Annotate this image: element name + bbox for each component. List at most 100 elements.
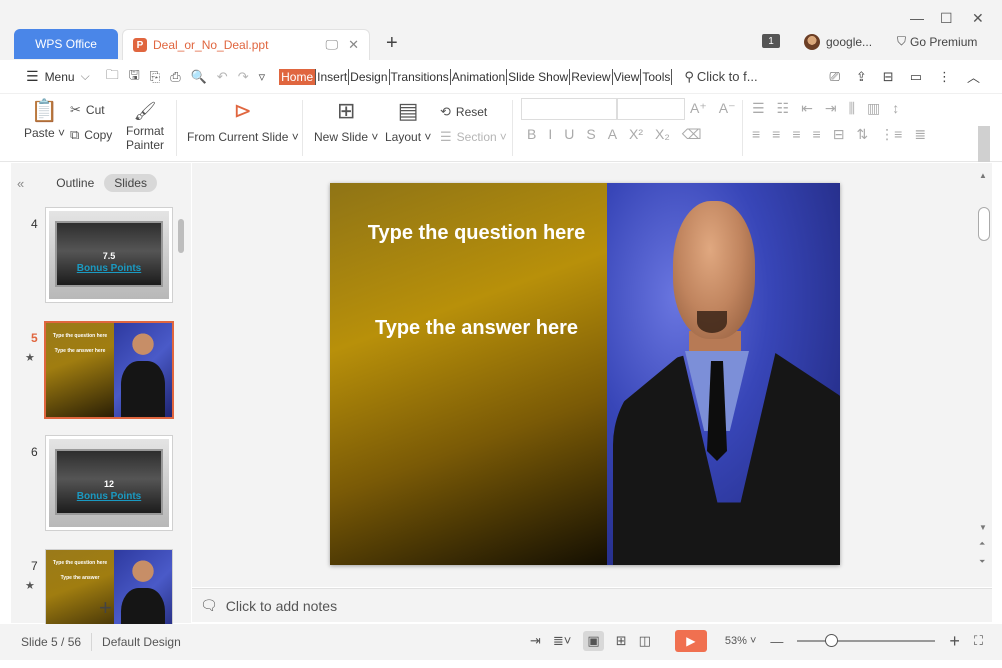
collapse-panel-icon[interactable]: « bbox=[17, 176, 24, 191]
window-count-badge[interactable]: 1 bbox=[762, 34, 780, 48]
undo-icon[interactable]: ↶ bbox=[217, 69, 228, 85]
increase-indent-icon[interactable]: ⇥ bbox=[825, 100, 837, 117]
from-current-slide-button[interactable]: ⊳ From Current Slide ˅ bbox=[187, 98, 299, 144]
zoom-in-icon[interactable]: + bbox=[949, 631, 960, 652]
copy-button[interactable]: ⧉ Copy bbox=[70, 127, 112, 143]
bold-button[interactable]: B bbox=[527, 126, 536, 143]
italic-button[interactable]: I bbox=[548, 126, 552, 143]
text-direction-icon[interactable]: ⫼ bbox=[849, 100, 855, 117]
decrease-indent-icon[interactable]: ⇤ bbox=[801, 100, 813, 117]
numbering-icon[interactable]: ☷ bbox=[777, 100, 790, 117]
ribbon-scroll[interactable] bbox=[978, 126, 990, 162]
align-text-icon[interactable]: ▥ bbox=[867, 100, 880, 117]
scroll-down-icon[interactable]: ▼ bbox=[979, 523, 987, 532]
increase-font-icon[interactable]: A⁺ bbox=[690, 100, 707, 117]
play-slideshow-button[interactable]: ▶ bbox=[674, 630, 707, 652]
underline-button[interactable]: U bbox=[564, 126, 574, 143]
alignment-dropdown-icon[interactable]: ≣˅ bbox=[553, 633, 571, 649]
columns-icon[interactable]: ⋮≡ bbox=[880, 126, 902, 143]
fit-window-icon[interactable]: ⛶ bbox=[974, 633, 983, 649]
panel-scrollbar-thumb[interactable] bbox=[178, 219, 184, 253]
collapse-ribbon-icon[interactable]: ︿ bbox=[967, 67, 980, 86]
slide-photo[interactable] bbox=[607, 183, 840, 565]
close-window-button[interactable]: ✕ bbox=[972, 10, 984, 27]
comment-icon[interactable]: ▭ bbox=[910, 69, 922, 85]
zoom-level[interactable]: 53% ˅ bbox=[725, 635, 757, 647]
format-painter-button[interactable]: 🖌 Format Painter bbox=[126, 98, 164, 152]
tab-animation[interactable]: Animation bbox=[451, 68, 508, 85]
user-account[interactable]: google... bbox=[804, 34, 872, 50]
scroll-up-icon[interactable]: ▲ bbox=[979, 171, 987, 180]
slide-thumbnail[interactable]: 7.5 Bonus Points bbox=[45, 207, 173, 303]
tab-slide-show[interactable]: Slide Show bbox=[507, 68, 571, 85]
align-center-icon[interactable]: ≡ bbox=[772, 126, 780, 143]
tab-view[interactable]: View bbox=[613, 68, 642, 85]
print-preview-icon[interactable]: 🔍 bbox=[191, 69, 207, 85]
screen-record-icon[interactable]: ⎚ bbox=[829, 69, 839, 85]
clear-format-icon[interactable]: ⌫ bbox=[682, 126, 702, 143]
tab-close-icon[interactable]: ✕ bbox=[348, 37, 359, 53]
print-icon[interactable]: ⎙ bbox=[170, 69, 180, 85]
font-color-button[interactable]: A bbox=[608, 126, 617, 143]
zoom-out-icon[interactable]: — bbox=[770, 634, 783, 649]
tab-insert[interactable]: Insert bbox=[316, 68, 350, 85]
monitor-icon[interactable]: 🖵 bbox=[326, 37, 339, 53]
section-button[interactable]: ☰ Section ˅ bbox=[440, 129, 507, 145]
answer-textbox[interactable]: Type the answer here bbox=[350, 316, 603, 340]
slide-notes-toggle-icon[interactable]: ⇥ bbox=[530, 633, 541, 649]
paste-button[interactable]: 📋 Paste ˅ bbox=[24, 98, 65, 140]
tab-transitions[interactable]: Transitions bbox=[390, 68, 451, 85]
maximize-button[interactable]: ☐ bbox=[940, 10, 953, 27]
justify-icon[interactable]: ≡ bbox=[813, 126, 821, 143]
canvas-scrollbar-thumb[interactable] bbox=[978, 207, 990, 241]
document-tools-icon[interactable]: ⊟ bbox=[883, 69, 894, 85]
next-slide-icon[interactable]: ⏷ bbox=[979, 557, 985, 567]
tab-review[interactable]: Review bbox=[570, 68, 613, 85]
open-folder-icon[interactable]: 🗀 bbox=[106, 66, 119, 88]
zoom-slider[interactable] bbox=[797, 634, 936, 647]
font-size-dropdown[interactable] bbox=[617, 98, 685, 120]
customize-dropdown-icon[interactable]: ▿ bbox=[259, 69, 266, 85]
tab-slides[interactable]: Slides bbox=[104, 174, 157, 192]
tab-design[interactable]: Design bbox=[349, 68, 390, 85]
normal-view-icon[interactable]: ▣ bbox=[583, 631, 604, 651]
tab-tools[interactable]: Tools bbox=[641, 68, 673, 85]
reset-button[interactable]: ⟲ Reset bbox=[440, 104, 487, 120]
slide-sorter-icon[interactable]: ⊞ bbox=[616, 633, 627, 649]
line-spacing-options-icon[interactable]: ≣ bbox=[914, 126, 926, 143]
decrease-font-icon[interactable]: A⁻ bbox=[719, 100, 736, 117]
bullets-icon[interactable]: ☰ bbox=[752, 100, 765, 117]
add-slide-button[interactable]: + bbox=[99, 595, 112, 621]
tab-document[interactable]: P Deal_or_No_Deal.ppt 🖵 ✕ bbox=[122, 29, 370, 60]
main-menu-button[interactable]: ☰ Menu ⌵ bbox=[26, 68, 90, 85]
superscript-button[interactable]: X² bbox=[629, 126, 643, 143]
align-right-icon[interactable]: ≡ bbox=[792, 126, 800, 143]
subscript-button[interactable]: X₂ bbox=[655, 126, 670, 143]
new-slide-button[interactable]: ⊞ New Slide ˅ bbox=[314, 98, 378, 144]
cut-button[interactable]: ✂ Cut bbox=[70, 102, 105, 118]
go-premium-button[interactable]: ⛉ Go Premium bbox=[897, 34, 977, 49]
layout-button[interactable]: ▤ Layout ˅ bbox=[385, 98, 431, 144]
align-left-icon[interactable]: ≡ bbox=[752, 126, 760, 143]
design-name[interactable]: Default Design bbox=[102, 635, 181, 649]
save-icon[interactable]: 🖫 bbox=[129, 66, 140, 88]
question-textbox[interactable]: Type the question here bbox=[350, 221, 603, 245]
distribute-icon[interactable]: ⊟ bbox=[833, 126, 845, 143]
zoom-slider-knob[interactable] bbox=[825, 634, 839, 647]
strikethrough-button[interactable]: S bbox=[586, 126, 595, 143]
previous-slide-icon[interactable]: ⏶ bbox=[979, 539, 985, 549]
current-slide[interactable]: Type the question here Type the answer h… bbox=[330, 183, 840, 565]
share-icon[interactable]: ⇪ bbox=[856, 69, 867, 85]
tab-wps-office[interactable]: WPS Office bbox=[14, 29, 118, 59]
new-tab-button[interactable]: + bbox=[386, 32, 398, 55]
notes-pane[interactable]: 🗨 Click to add notes bbox=[192, 588, 992, 622]
tab-outline[interactable]: Outline bbox=[56, 176, 94, 190]
font-name-dropdown[interactable] bbox=[521, 98, 617, 120]
slide-thumbnail[interactable]: 12 Bonus Points bbox=[45, 435, 173, 531]
export-pdf-icon[interactable]: ⎘ bbox=[150, 69, 160, 85]
more-options-icon[interactable]: ⋮ bbox=[938, 69, 951, 85]
search-box[interactable]: ⚲ Click to f... bbox=[684, 69, 757, 85]
paragraph-spacing-icon[interactable]: ⇅ bbox=[856, 126, 868, 143]
minimize-button[interactable]: — bbox=[910, 10, 924, 26]
line-spacing-icon[interactable]: ↕ bbox=[892, 100, 899, 117]
